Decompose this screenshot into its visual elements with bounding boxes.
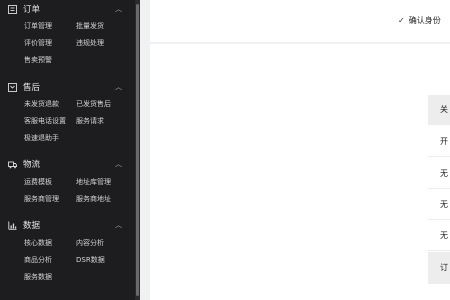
status-cell-text: 无 <box>440 200 448 209</box>
sidebar-section-orders[interactable]: 订单 ︿ <box>8 2 128 16</box>
sidebar-item-core-data[interactable]: 核心数据 <box>24 238 52 248</box>
sidebar-section-logistics[interactable]: 物流 ︿ <box>8 157 128 171</box>
table-row[interactable]: 关 <box>428 95 450 125</box>
status-cell-text: 开 <box>440 137 448 146</box>
sidebar-item-violation[interactable]: 违规处理 <box>76 38 104 48</box>
sidebar-scrollbar-thumb[interactable] <box>136 4 139 296</box>
sidebar-item-service-phone[interactable]: 客服电话设置 <box>24 116 66 126</box>
sidebar-section-title: 物流 <box>23 160 41 170</box>
sidebar-item-provider-management[interactable]: 服务商管理 <box>24 194 59 204</box>
table-row[interactable]: 无 <box>428 159 450 189</box>
sidebar-item-sale-warning[interactable]: 售卖预警 <box>24 55 52 65</box>
table-row[interactable]: 订 <box>428 252 450 284</box>
check-icon: ✓ <box>398 16 405 25</box>
chevron-up-icon[interactable]: ︿ <box>115 157 122 171</box>
sidebar-section-title: 售后 <box>23 83 41 93</box>
sidebar-section-aftersale[interactable]: 售后 ︿ <box>8 80 128 94</box>
sidebar-item-content-analysis[interactable]: 内容分析 <box>76 238 104 248</box>
sidebar-item-product-analysis[interactable]: 商品分析 <box>24 255 52 265</box>
sidebar-item-batch-ship[interactable]: 批量发货 <box>76 21 104 31</box>
sidebar-item-aftersale-shipped[interactable]: 已发货售后 <box>76 99 111 109</box>
table-row[interactable]: 无 <box>428 190 450 220</box>
table-row[interactable]: 无 <box>428 221 450 251</box>
sidebar: 订单 ︿ 订单管理 批量发货 评价管理 违规处理 售卖预警 售后 ︿ 未发货退款… <box>0 0 140 300</box>
confirm-identity-button[interactable]: ✓ 确认身份 <box>398 15 441 26</box>
sidebar-section-data[interactable]: 数据 ︿ <box>8 218 128 232</box>
sidebar-item-refund-unshipped[interactable]: 未发货退款 <box>24 99 59 109</box>
table-row[interactable]: 开 <box>428 127 450 157</box>
logistics-icon <box>8 160 17 169</box>
data-icon <box>8 221 17 230</box>
chevron-up-icon[interactable]: ︿ <box>115 218 122 232</box>
aftersale-icon <box>8 82 17 92</box>
sidebar-item-freight-template[interactable]: 运费模板 <box>24 177 52 187</box>
sidebar-section-title: 订单 <box>23 5 41 15</box>
status-cell-text: 关 <box>440 105 448 114</box>
confirm-identity-label: 确认身份 <box>408 16 441 25</box>
chevron-up-icon[interactable]: ︿ <box>115 80 122 94</box>
sidebar-item-service-data[interactable]: 服务数据 <box>24 272 52 282</box>
sidebar-item-dsr-data[interactable]: DSR数据 <box>76 255 105 265</box>
sidebar-section-title: 数据 <box>23 221 41 231</box>
sidebar-item-address-library[interactable]: 地址库管理 <box>76 177 111 187</box>
sidebar-item-fast-refund[interactable]: 极速退助手 <box>24 133 59 143</box>
chevron-up-icon[interactable]: ︿ <box>115 2 122 16</box>
status-cell-text: 无 <box>440 231 448 240</box>
sidebar-item-provider-address[interactable]: 服务商地址 <box>76 194 111 204</box>
content-panel <box>150 44 450 300</box>
order-icon <box>8 4 17 14</box>
status-cell-text: 无 <box>440 169 448 178</box>
status-cell-text: 订 <box>440 263 448 272</box>
sidebar-item-review-management[interactable]: 评价管理 <box>24 38 52 48</box>
sidebar-item-order-management[interactable]: 订单管理 <box>24 21 52 31</box>
sidebar-item-service-request[interactable]: 服务请求 <box>76 116 104 126</box>
